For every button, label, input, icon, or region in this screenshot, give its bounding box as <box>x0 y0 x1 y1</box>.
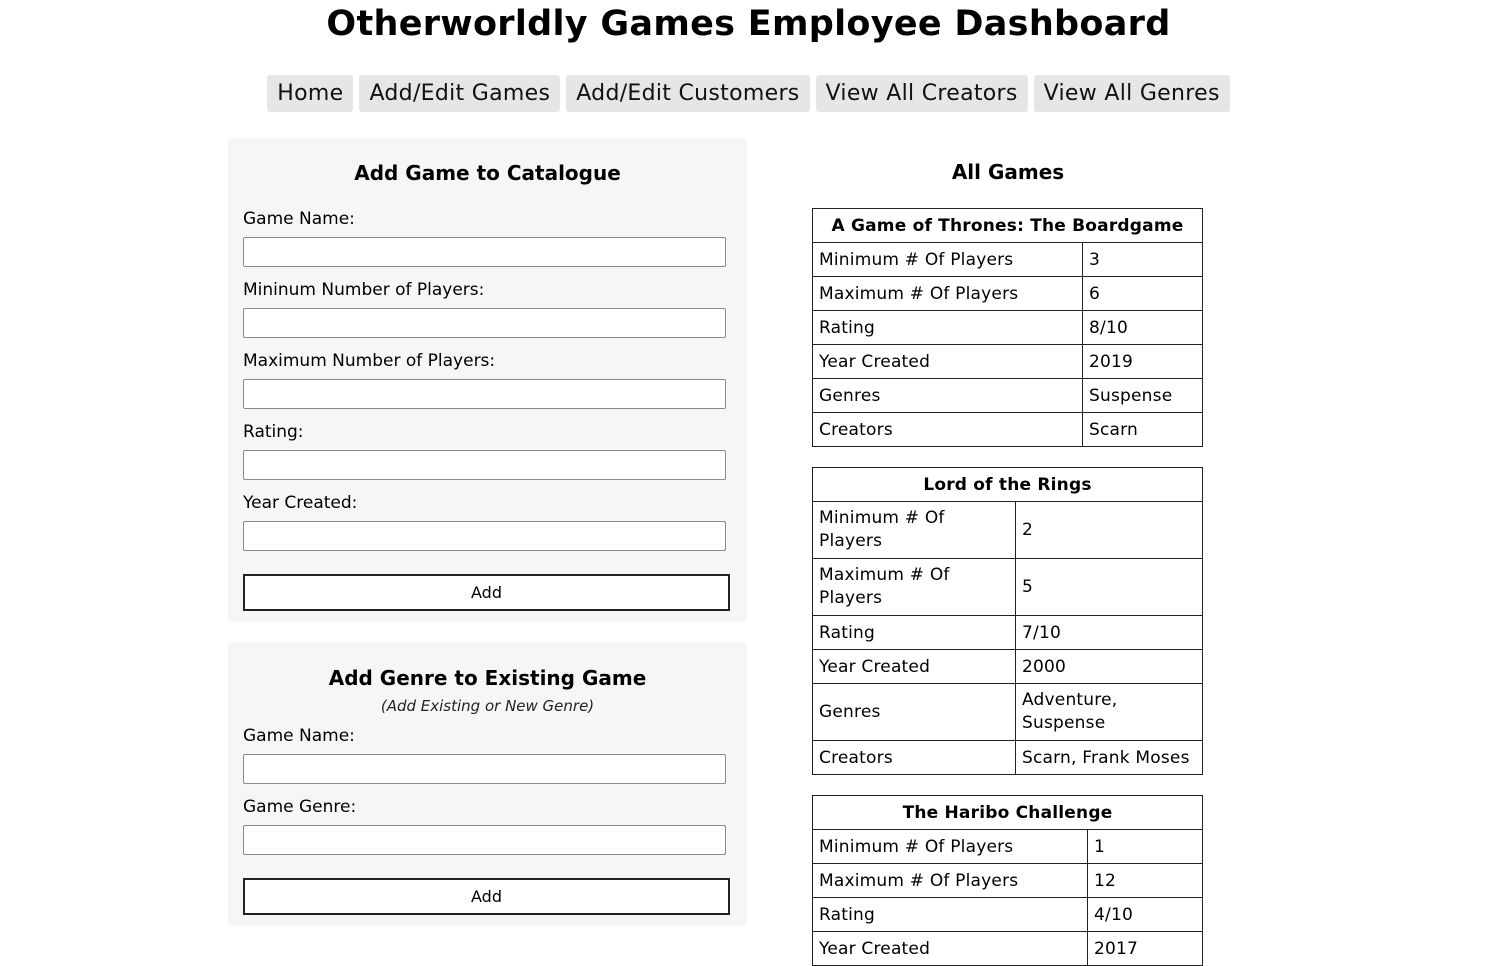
add-genre-card: Add Genre to Existing Game (Add Existing… <box>228 642 747 926</box>
add-genre-button[interactable]: Add <box>243 878 730 915</box>
year-created-label: Year Created: <box>243 493 358 513</box>
max-players-label: Maximum Number of Players: <box>243 351 496 371</box>
table-row: Rating 7/10 <box>812 615 1203 650</box>
row-value: 6 <box>1082 276 1203 311</box>
table-row: Maximum # Of Players 5 <box>812 558 1203 616</box>
row-value: 5 <box>1015 558 1203 616</box>
table-row: Year Created 2019 <box>812 344 1203 379</box>
row-value: 2 <box>1015 501 1203 559</box>
main-nav: Home Add/Edit Games Add/Edit Customers V… <box>0 75 1486 112</box>
row-value: Adventure, Suspense <box>1015 683 1203 741</box>
game-name: A Game of Thrones: The Boardgame <box>812 208 1203 243</box>
game-name-input[interactable] <box>243 237 726 267</box>
genre-game-name-label: Game Name: <box>243 726 355 746</box>
row-label: Year Created <box>812 344 1083 379</box>
game-name: Lord of the Rings <box>812 467 1203 502</box>
row-label: Creators <box>812 412 1083 447</box>
all-games-heading: All Games <box>951 160 1065 184</box>
game-name-label: Game Name: <box>243 209 355 229</box>
page-title: Otherworldly Games Employee Dashboard <box>326 4 1171 44</box>
add-game-button[interactable]: Add <box>243 574 730 611</box>
table-row: Minimum # Of Players 1 <box>812 829 1203 864</box>
row-value: 7/10 <box>1015 615 1203 650</box>
rating-input[interactable] <box>243 450 726 480</box>
row-value: 2000 <box>1015 649 1203 684</box>
row-label: Genres <box>812 683 1016 741</box>
row-value: 4/10 <box>1087 897 1203 932</box>
year-created-input[interactable] <box>243 521 726 551</box>
game-table: A Game of Thrones: The Boardgame Minimum… <box>812 208 1203 447</box>
nav-home[interactable]: Home <box>267 75 354 112</box>
nav-add-edit-games[interactable]: Add/Edit Games <box>359 75 561 112</box>
row-label: Year Created <box>812 931 1088 966</box>
add-genre-heading: Add Genre to Existing Game <box>328 666 647 690</box>
table-row: Genres Adventure, Suspense <box>812 683 1203 741</box>
row-label: Rating <box>812 615 1016 650</box>
max-players-input[interactable] <box>243 379 726 409</box>
row-value: 8/10 <box>1082 310 1203 345</box>
row-value: 2019 <box>1082 344 1203 379</box>
add-genre-subheading: (Add Existing or New Genre) <box>380 697 595 715</box>
row-label: Genres <box>812 378 1083 413</box>
row-value: Scarn, Frank Moses <box>1015 740 1203 775</box>
row-label: Rating <box>812 310 1083 345</box>
table-row: Year Created 2000 <box>812 649 1203 684</box>
row-label: Maximum # Of Players <box>812 276 1083 311</box>
row-value: Scarn <box>1082 412 1203 447</box>
game-table: The Haribo Challenge Minimum # Of Player… <box>812 795 1203 966</box>
row-value: Suspense <box>1082 378 1203 413</box>
game-name: The Haribo Challenge <box>812 795 1203 830</box>
row-label: Minimum # Of Players <box>812 242 1083 277</box>
genre-game-name-input[interactable] <box>243 754 726 784</box>
row-value: 3 <box>1082 242 1203 277</box>
table-row: Maximum # Of Players 12 <box>812 863 1203 898</box>
row-value: 12 <box>1087 863 1203 898</box>
table-row: Minimum # Of Players 2 <box>812 501 1203 559</box>
game-genre-input[interactable] <box>243 825 726 855</box>
table-row: Rating 8/10 <box>812 310 1203 345</box>
game-genre-label: Game Genre: <box>243 797 357 817</box>
row-label: Creators <box>812 740 1016 775</box>
row-label: Maximum # Of Players <box>812 558 1016 616</box>
add-game-heading: Add Game to Catalogue <box>354 161 621 185</box>
rating-label: Rating: <box>243 422 304 442</box>
nav-add-edit-customers[interactable]: Add/Edit Customers <box>566 75 810 112</box>
row-label: Rating <box>812 897 1088 932</box>
nav-view-all-genres[interactable]: View All Genres <box>1033 75 1230 112</box>
row-label: Minimum # Of Players <box>812 501 1016 559</box>
table-row: Genres Suspense <box>812 378 1203 413</box>
row-value: 1 <box>1087 829 1203 864</box>
row-label: Maximum # Of Players <box>812 863 1088 898</box>
table-row: Year Created 2017 <box>812 931 1203 966</box>
add-game-card: Add Game to Catalogue Game Name: Mininum… <box>228 138 747 622</box>
row-value: 2017 <box>1087 931 1203 966</box>
table-row: Minimum # Of Players 3 <box>812 242 1203 277</box>
table-row: Creators Scarn <box>812 412 1203 447</box>
nav-view-all-creators[interactable]: View All Creators <box>815 75 1028 112</box>
min-players-input[interactable] <box>243 308 726 338</box>
row-label: Year Created <box>812 649 1016 684</box>
min-players-label: Mininum Number of Players: <box>243 280 485 300</box>
table-row: Creators Scarn, Frank Moses <box>812 740 1203 775</box>
game-table: Lord of the Rings Minimum # Of Players 2 … <box>812 467 1203 775</box>
table-row: Rating 4/10 <box>812 897 1203 932</box>
row-label: Minimum # Of Players <box>812 829 1088 864</box>
table-row: Maximum # Of Players 6 <box>812 276 1203 311</box>
